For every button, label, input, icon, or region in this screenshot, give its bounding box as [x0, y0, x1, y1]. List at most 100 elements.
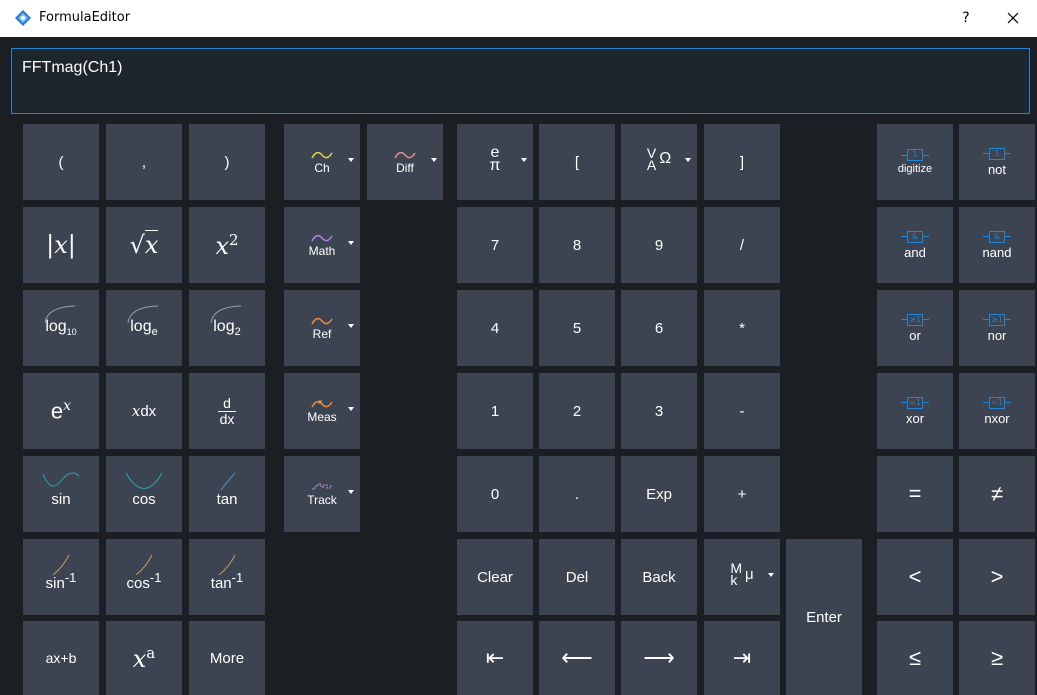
key-label: ≥: [990, 645, 1004, 670]
key-label: ,: [141, 153, 147, 171]
key-power[interactable]: xa: [106, 621, 182, 695]
key-label: tan: [210, 575, 232, 592]
key-5[interactable]: 5: [539, 290, 615, 366]
key-7[interactable]: 7: [457, 207, 533, 283]
key-atan[interactable]: tan-1: [189, 539, 265, 615]
key-label: sin: [45, 575, 65, 592]
digitize-gate-icon: 1: [901, 149, 929, 161]
key-label: nand: [982, 244, 1012, 260]
key-label: Track: [307, 493, 337, 507]
key-equals[interactable]: =: [877, 456, 953, 532]
key-comma[interactable]: ,: [106, 124, 182, 200]
key-label: cos: [126, 575, 150, 592]
key-digitize[interactable]: 1 digitize: [877, 124, 953, 200]
key-greater-equal[interactable]: ≥: [959, 621, 1035, 695]
key-less-than[interactable]: <: [877, 539, 953, 615]
key-units[interactable]: VA Ω: [621, 124, 697, 200]
key-label: -1: [149, 570, 162, 585]
key-not-equal[interactable]: ≠: [959, 456, 1035, 532]
key-less-equal[interactable]: ≤: [877, 621, 953, 695]
key-and[interactable]: & and: [877, 207, 953, 283]
key-asin[interactable]: sin-1: [23, 539, 99, 615]
key-diff[interactable]: Diff: [367, 124, 443, 200]
key-acos[interactable]: cos-1: [106, 539, 182, 615]
key-clear[interactable]: Clear: [457, 539, 533, 615]
close-button[interactable]: [1000, 6, 1026, 30]
key-xor[interactable]: =1 xor: [877, 373, 953, 449]
key-label: log: [130, 317, 152, 335]
key-plus[interactable]: +: [704, 456, 780, 532]
ch-curve-icon: [311, 151, 333, 159]
key-label: (: [58, 153, 64, 171]
key-ref[interactable]: Ref: [284, 290, 360, 366]
key-tan[interactable]: tan: [189, 456, 265, 532]
key-decimal-point[interactable]: .: [539, 456, 615, 532]
key-constants[interactable]: eπ: [457, 124, 533, 200]
key-track[interactable]: Track: [284, 456, 360, 532]
key-0[interactable]: 0: [457, 456, 533, 532]
key-meas[interactable]: Meas: [284, 373, 360, 449]
key-ch[interactable]: Ch: [284, 124, 360, 200]
key-delete[interactable]: Del: [539, 539, 615, 615]
key-nor[interactable]: ≥1 nor: [959, 290, 1035, 366]
xor-gate-icon: =1: [901, 396, 929, 409]
key-exp-e[interactable]: ex: [23, 373, 99, 449]
key-log10[interactable]: log10: [23, 290, 99, 366]
key-label: digitize: [897, 163, 933, 175]
key-minus[interactable]: -: [704, 373, 780, 449]
key-1[interactable]: 1: [457, 373, 533, 449]
key-abs[interactable]: |x|: [23, 207, 99, 283]
key-more[interactable]: More: [189, 621, 265, 695]
key-derivative[interactable]: d dx: [189, 373, 265, 449]
key-math[interactable]: Math: [284, 207, 360, 283]
nand-gate-icon: &: [982, 230, 1011, 243]
key-4[interactable]: 4: [457, 290, 533, 366]
key-label: ): [224, 153, 230, 171]
key-cursor-left[interactable]: ⟵: [539, 621, 615, 695]
key-close-bracket[interactable]: ]: [704, 124, 780, 200]
key-end[interactable]: ⇥: [704, 621, 780, 695]
key-label: Del: [565, 568, 589, 586]
key-label: -1: [64, 570, 77, 585]
key-sqrt[interactable]: √x: [106, 207, 182, 283]
key-open-bracket[interactable]: [: [539, 124, 615, 200]
key-log2[interactable]: log2: [189, 290, 265, 366]
key-linear[interactable]: ax+b: [23, 621, 99, 695]
not-gate-icon: 1: [983, 147, 1011, 160]
key-exp[interactable]: Exp: [621, 456, 697, 532]
key-cos[interactable]: cos: [106, 456, 182, 532]
key-integrate[interactable]: xdx: [106, 373, 182, 449]
key-6[interactable]: 6: [621, 290, 697, 366]
key-label: 2: [234, 326, 241, 339]
key-3[interactable]: 3: [621, 373, 697, 449]
key-label: /: [739, 236, 745, 254]
key-greater-than[interactable]: >: [959, 539, 1035, 615]
key-sin[interactable]: sin: [23, 456, 99, 532]
key-not[interactable]: 1 not: [959, 124, 1035, 200]
key-loge[interactable]: loge: [106, 290, 182, 366]
key-enter[interactable]: Enter: [786, 539, 862, 695]
formula-input[interactable]: FFTmag(Ch1): [11, 48, 1030, 114]
key-multiply[interactable]: *: [704, 290, 780, 366]
home-arrow-icon: ⇤: [485, 645, 505, 670]
key-9[interactable]: 9: [621, 207, 697, 283]
key-cursor-right[interactable]: ⟶: [621, 621, 697, 695]
key-2[interactable]: 2: [539, 373, 615, 449]
key-home[interactable]: ⇤: [457, 621, 533, 695]
end-arrow-icon: ⇥: [732, 645, 752, 670]
help-button[interactable]: ?: [955, 6, 977, 30]
key-close-paren[interactable]: ): [189, 124, 265, 200]
key-unit-prefix[interactable]: Mk μ: [704, 539, 780, 615]
key-square[interactable]: x2: [189, 207, 265, 283]
tangent-curve-icon: [220, 472, 236, 491]
key-or[interactable]: ≥1 or: [877, 290, 953, 366]
key-8[interactable]: 8: [539, 207, 615, 283]
key-nand[interactable]: & nand: [959, 207, 1035, 283]
key-nxor[interactable]: =1 nxor: [959, 373, 1035, 449]
key-backspace[interactable]: Back: [621, 539, 697, 615]
key-label: Math: [308, 244, 336, 258]
key-divide[interactable]: /: [704, 207, 780, 283]
key-open-paren[interactable]: (: [23, 124, 99, 200]
key-label: and: [904, 244, 926, 260]
key-label: |x|: [46, 231, 76, 259]
